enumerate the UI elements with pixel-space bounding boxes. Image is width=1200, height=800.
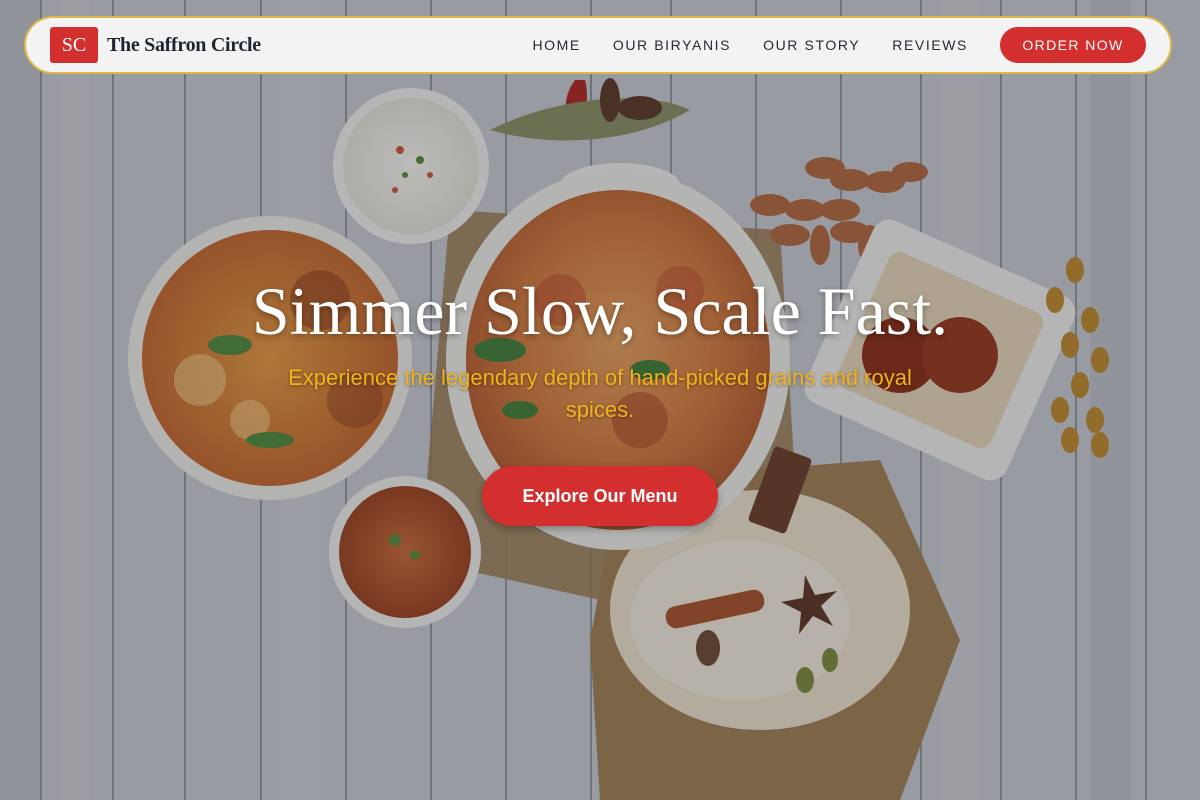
nav-link-home[interactable]: HOME [532,37,580,53]
order-now-button[interactable]: ORDER NOW [1000,27,1146,63]
nav-links: HOME OUR BIRYANIS OUR STORY REVIEWS ORDE… [532,27,1146,63]
hero-subtitle: Experience the legendary depth of hand-p… [288,365,912,422]
nav-link-our-story[interactable]: OUR STORY [763,37,860,53]
explore-menu-button[interactable]: Explore Our Menu [482,466,718,526]
hero-title: Simmer Slow, Scale Fast. [251,273,949,349]
brand-logo[interactable]: SC [50,27,98,63]
top-navbar: SC The Saffron Circle HOME OUR BIRYANIS … [24,16,1172,74]
landing-page: SC The Saffron Circle HOME OUR BIRYANIS … [0,0,1200,800]
nav-link-reviews[interactable]: REVIEWS [892,37,968,53]
brand[interactable]: SC The Saffron Circle [50,27,261,63]
nav-link-our-biryanis[interactable]: OUR BIRYANIS [613,37,731,53]
brand-name[interactable]: The Saffron Circle [107,34,261,57]
